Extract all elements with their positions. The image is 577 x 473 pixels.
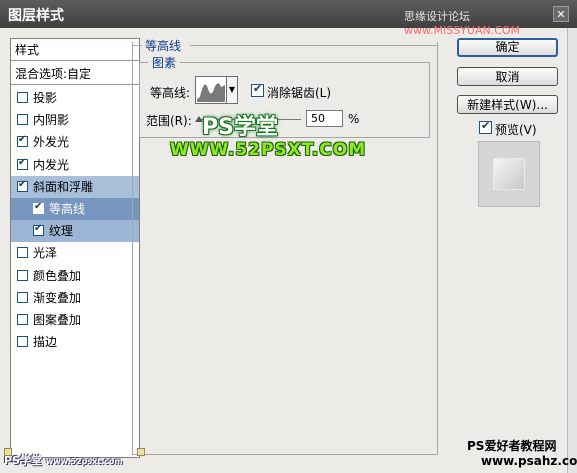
- contour-label: 等高线:: [150, 86, 191, 100]
- style-item-checkbox[interactable]: [17, 314, 28, 325]
- bottom-right-watermark-url: www.psahz.com: [481, 454, 577, 468]
- contour-picker[interactable]: [195, 76, 227, 104]
- style-item-label: 渐变叠加: [33, 290, 82, 305]
- style-item-checkbox[interactable]: [17, 336, 28, 348]
- style-item[interactable]: 光泽: [11, 242, 139, 264]
- style-item-label: 描边: [33, 335, 58, 350]
- style-item[interactable]: 纹理: [11, 220, 139, 243]
- style-item-checkbox[interactable]: [17, 247, 28, 259]
- blend-options-item[interactable]: 混合选项:自定: [11, 63, 139, 85]
- bottom-left-watermark: PS学堂 www.52psxt.com: [4, 454, 123, 467]
- preview-swatch: [493, 158, 525, 190]
- layer-style-dialog: 图层样式 思缘设计论坛 www.MISSYUAN.COM ✕ 样式 混合选项:自…: [0, 0, 577, 473]
- styles-list: 样式 混合选项:自定 投影内阴影外发光内发光斜面和浮雕等高线纹理光泽颜色叠加渐变…: [10, 38, 140, 458]
- style-item-checkbox[interactable]: [17, 269, 28, 281]
- style-item-checkbox[interactable]: [33, 200, 44, 214]
- style-item[interactable]: 投影: [11, 87, 139, 109]
- styles-header[interactable]: 样式: [11, 39, 139, 61]
- style-item-label: 投影: [33, 91, 58, 105]
- close-icon: ✕: [556, 8, 566, 21]
- style-item[interactable]: 斜面和浮雕: [11, 175, 139, 198]
- style-item-checkbox[interactable]: [17, 133, 28, 148]
- style-item-label: 外发光: [33, 135, 70, 150]
- elements-group-title: 图素: [148, 54, 181, 71]
- style-item-label: 斜面和浮雕: [33, 179, 94, 194]
- range-label: 范围(R):: [146, 114, 192, 128]
- style-item[interactable]: 颜色叠加: [11, 265, 139, 287]
- style-item[interactable]: 内发光: [11, 154, 139, 176]
- resize-grip[interactable]: [137, 448, 145, 456]
- window-title: 图层样式: [8, 8, 64, 24]
- style-item-checkbox[interactable]: [17, 291, 28, 303]
- style-item[interactable]: 等高线: [11, 198, 139, 220]
- style-item[interactable]: 渐变叠加: [11, 287, 139, 309]
- bottom-right-watermark-title: PS爱好者教程网: [467, 439, 557, 453]
- ps-logo-watermark: PS学堂: [202, 115, 278, 140]
- style-item-checkbox[interactable]: [17, 156, 28, 170]
- preview-label[interactable]: 预览(V): [495, 121, 537, 138]
- antialias-checkbox[interactable]: [251, 82, 264, 97]
- contour-group-title: 等高线: [145, 39, 182, 53]
- style-item-label: 内发光: [33, 157, 70, 172]
- style-item-label: 光泽: [33, 246, 58, 261]
- title-bar[interactable]: 图层样式 思缘设计论坛 www.MISSYUAN.COM ✕: [0, 0, 577, 37]
- cancel-button[interactable]: 取消: [457, 67, 558, 86]
- contour-dropdown[interactable]: ▼: [227, 76, 238, 104]
- style-item-checkbox[interactable]: [17, 114, 28, 126]
- style-item-label: 等高线: [49, 202, 86, 216]
- style-item-label: 颜色叠加: [33, 268, 82, 283]
- style-preview: [478, 141, 540, 207]
- chevron-down-icon: ▼: [228, 85, 236, 94]
- style-item-checkbox[interactable]: [17, 92, 28, 103]
- ok-button[interactable]: 确定: [457, 38, 558, 57]
- group-border: [132, 45, 142, 46]
- style-item-label: 图案叠加: [33, 313, 82, 327]
- top-watermark: 思缘设计论坛 www.MISSYUAN.COM: [404, 10, 521, 37]
- group-border: [190, 45, 437, 46]
- new-style-button[interactable]: 新建样式(W)...: [457, 95, 558, 114]
- style-item-label: 纹理: [49, 224, 74, 239]
- background-strip: [567, 28, 577, 473]
- close-button[interactable]: ✕: [553, 6, 569, 22]
- site-url-watermark: WWW.52PSXT.COM: [170, 140, 367, 160]
- style-item[interactable]: 图案叠加: [11, 309, 139, 331]
- style-item-label: 内阴影: [33, 113, 70, 128]
- range-unit: %: [348, 112, 360, 126]
- style-item[interactable]: 内阴影: [11, 109, 139, 131]
- style-item-checkbox[interactable]: [17, 178, 28, 192]
- range-input[interactable]: 50: [306, 110, 343, 127]
- style-item[interactable]: 外发光: [11, 131, 139, 153]
- style-item-checkbox[interactable]: [33, 222, 44, 237]
- resize-grip[interactable]: [4, 448, 12, 456]
- preview-checkbox[interactable]: [479, 119, 492, 134]
- contour-curve-icon: [197, 83, 225, 102]
- style-item[interactable]: 描边: [11, 331, 139, 353]
- antialias-label[interactable]: 消除锯齿(L): [267, 84, 331, 101]
